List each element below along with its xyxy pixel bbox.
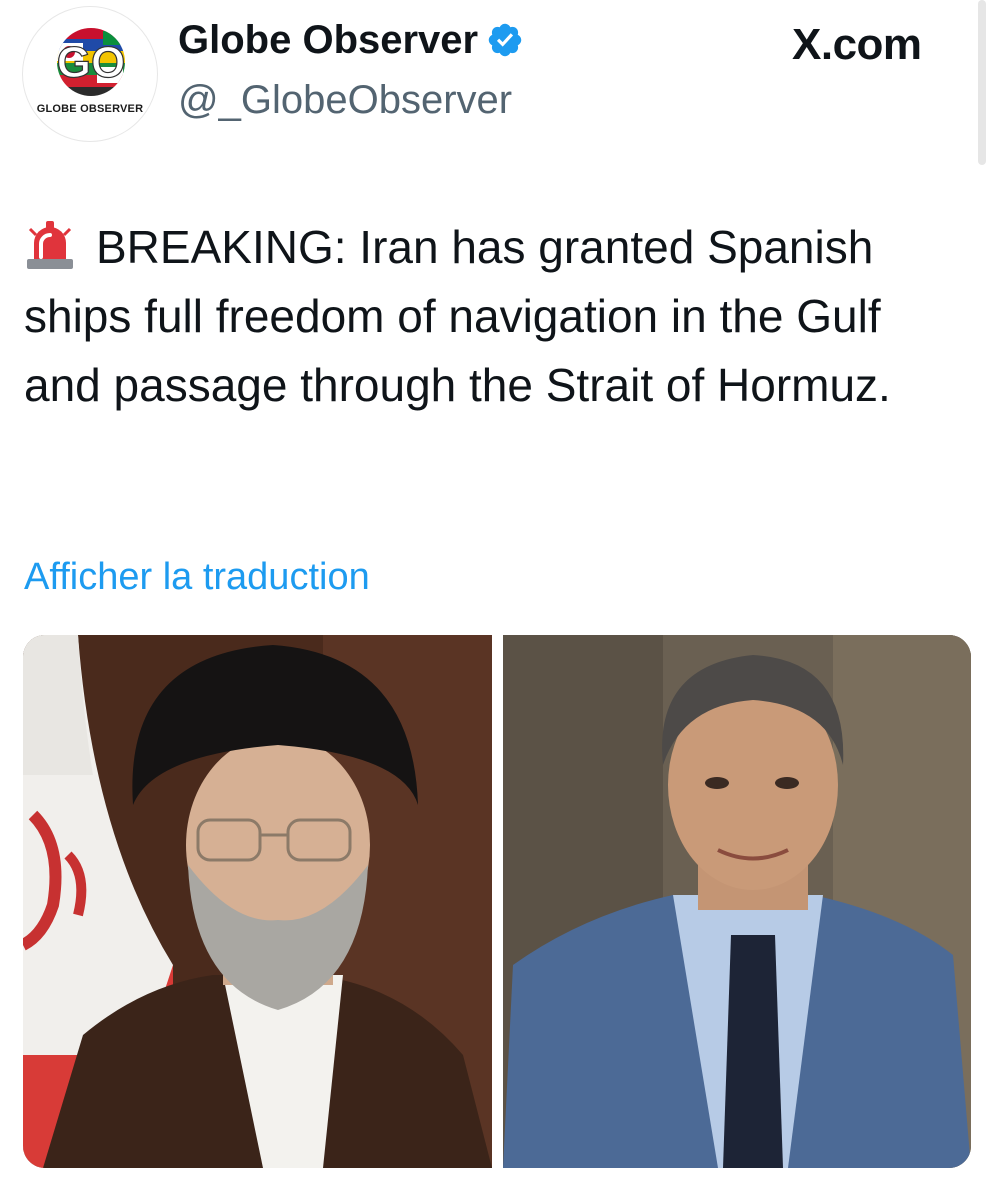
media-grid: [23, 635, 971, 1168]
cleric-portrait-illustration: [23, 635, 492, 1168]
account-handle[interactable]: @_GlobeObserver: [178, 76, 512, 124]
media-image-right[interactable]: [503, 635, 971, 1168]
post-body-text: BREAKING: Iran has granted Spanish ships…: [24, 221, 891, 411]
media-image-left[interactable]: [23, 635, 492, 1168]
globe-observer-logo: GO: [56, 28, 126, 96]
site-watermark: X.com: [792, 20, 922, 69]
scrollbar[interactable]: [978, 0, 986, 165]
show-translation-link[interactable]: Afficher la traduction: [24, 553, 370, 601]
verified-badge-icon: [488, 23, 522, 57]
suited-man-portrait-illustration: [503, 635, 971, 1168]
post-text: BREAKING: Iran has granted Spanish ships…: [24, 213, 964, 420]
display-name[interactable]: Globe Observer: [178, 16, 478, 64]
avatar[interactable]: GO GLOBE OBSERVER: [22, 6, 158, 142]
avatar-monogram: GO: [57, 38, 125, 87]
avatar-label: GLOBE OBSERVER: [36, 103, 144, 115]
rotating-light-icon: [27, 221, 73, 269]
